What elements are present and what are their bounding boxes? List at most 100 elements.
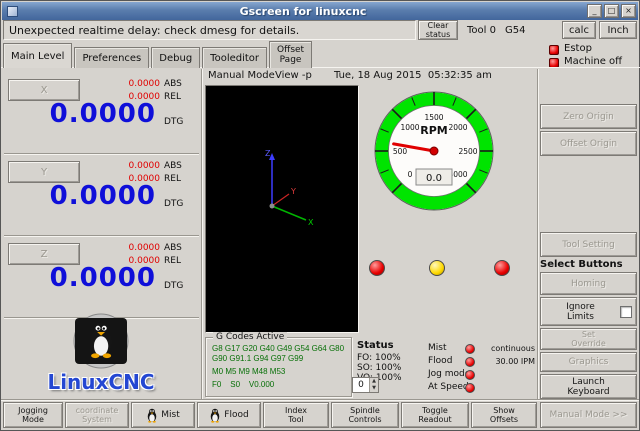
axis-y-block: Y 0.0000 ABS 0.0000 REL 0.0000 DTG bbox=[3, 157, 200, 235]
gcodes-frame-title: G Codes Active bbox=[213, 332, 287, 342]
axis-z-abs-label: ABS bbox=[164, 243, 182, 253]
svg-text:Z: Z bbox=[265, 149, 271, 158]
axis-z-abs-value: 0.0000 bbox=[129, 243, 161, 253]
gauge-tick: 0 bbox=[408, 170, 413, 179]
at-speed-led-icon bbox=[465, 383, 475, 393]
svg-text:Y: Y bbox=[290, 187, 296, 196]
launch-keyboard-button[interactable]: Launch Keyboard bbox=[540, 374, 637, 399]
gauge-tick: 1000 bbox=[400, 123, 419, 132]
gauge-value: 0.0 bbox=[426, 173, 442, 184]
spindle-override-value: SO: 100% bbox=[357, 363, 401, 373]
tab-debug[interactable]: Debug bbox=[151, 47, 200, 68]
tab-tooleditor[interactable]: Tooleditor bbox=[202, 47, 267, 68]
override-spinbox-value: 0 bbox=[353, 378, 369, 392]
fsv-line: F0 S0 V0.000 bbox=[212, 380, 274, 389]
gauge-tick: 2500 bbox=[458, 147, 477, 156]
flood-button-label: Flood bbox=[224, 411, 248, 420]
tab-offset-page[interactable]: Offset Page bbox=[269, 41, 312, 68]
select-buttons-label: Select Buttons bbox=[540, 259, 637, 270]
units-button[interactable]: Inch bbox=[599, 21, 637, 39]
mist-button-label: Mist bbox=[161, 411, 179, 420]
axis-y-abs-label: ABS bbox=[164, 161, 182, 171]
toggle-readout-button[interactable]: Toggle Readout bbox=[401, 402, 469, 428]
jog-mode-led-icon bbox=[465, 370, 475, 380]
window-icon bbox=[7, 6, 18, 17]
app-window: Gscreen for linuxcnc _ □ × Unexpected re… bbox=[0, 0, 640, 431]
jog-mode-indicator-label: Jog mode bbox=[428, 369, 470, 379]
gcode-line: G8 G17 G20 G40 G49 G54 G64 G80 bbox=[212, 344, 344, 353]
jog-type-value: continuous bbox=[479, 344, 535, 353]
minimize-button-icon[interactable]: _ bbox=[587, 4, 602, 18]
status-led-left-icon bbox=[369, 260, 385, 276]
ignore-limits-toggle[interactable]: Ignore Limits bbox=[540, 297, 637, 326]
mode-label: Manual Mode bbox=[208, 70, 275, 81]
ignore-limits-checkbox[interactable] bbox=[620, 306, 632, 318]
estop-led-icon bbox=[549, 45, 559, 55]
status-panel-title: Status bbox=[357, 340, 394, 351]
override-spinbox[interactable]: 0 ▲▼ bbox=[352, 377, 379, 393]
panel-divider bbox=[537, 69, 539, 399]
machine-off-toggle[interactable]: Machine off bbox=[564, 56, 622, 67]
gauge-tick: 1500 bbox=[424, 113, 443, 122]
maximize-button-icon[interactable]: □ bbox=[604, 4, 619, 18]
rpm-gauge: 0 500 1000 1500 2000 2500 3000 RPM 0.0 bbox=[364, 81, 504, 221]
graphics-button[interactable]: Graphics bbox=[540, 352, 637, 372]
jogging-mode-button[interactable]: Jogging Mode bbox=[3, 402, 63, 428]
work-offset-label: G54 bbox=[505, 25, 525, 36]
axis-separator bbox=[4, 153, 199, 155]
mcode-line: M0 M5 M9 M48 M53 bbox=[212, 367, 285, 376]
axis-y-button[interactable]: Y bbox=[8, 161, 80, 183]
show-offsets-button[interactable]: Show Offsets bbox=[471, 402, 537, 428]
toolbar-separator bbox=[1, 399, 639, 401]
mist-button[interactable]: Mist bbox=[131, 402, 195, 428]
ignore-limits-label: Ignore Limits bbox=[541, 302, 620, 322]
gcodes-frame: G Codes Active G8 G17 G20 G40 G49 G54 G6… bbox=[205, 337, 352, 397]
axis-y-rel-label: REL bbox=[164, 174, 181, 184]
realtime-status-message: Unexpected realtime delay: check dmesg f… bbox=[3, 20, 416, 40]
flood-led-icon bbox=[465, 357, 475, 367]
manual-mode-button[interactable]: Manual Mode >> bbox=[540, 402, 637, 428]
set-override-button[interactable]: Set Override bbox=[540, 328, 637, 350]
axis-x-abs-label: ABS bbox=[164, 79, 182, 89]
view-label: View -p bbox=[275, 70, 312, 81]
linuxcnc-logo-text: LinuxCNC bbox=[29, 370, 173, 394]
offset-origin-button[interactable]: Offset Origin bbox=[540, 131, 637, 156]
gauge-tick: 2000 bbox=[448, 123, 467, 132]
calc-button[interactable]: calc bbox=[562, 21, 596, 39]
zero-origin-button[interactable]: Zero Origin bbox=[540, 104, 637, 129]
axis-x-block: X 0.0000 ABS 0.0000 REL 0.0000 DTG bbox=[3, 75, 200, 153]
clear-status-button[interactable]: Clear status bbox=[418, 20, 458, 40]
flood-indicator-label: Flood bbox=[428, 356, 452, 366]
flood-button[interactable]: Flood bbox=[197, 402, 261, 428]
spin-down-icon[interactable]: ▼ bbox=[370, 385, 378, 392]
estop-toggle[interactable]: Estop bbox=[564, 43, 592, 54]
tab-main-level[interactable]: Main Level bbox=[3, 43, 72, 68]
axis-z-button[interactable]: Z bbox=[8, 243, 80, 265]
tool-number-label: Tool 0 bbox=[467, 25, 496, 36]
axis-x-dtg-label: DTG bbox=[164, 117, 183, 127]
gremlin-3d-view[interactable]: Z X Y bbox=[205, 85, 359, 333]
titlebar: Gscreen for linuxcnc _ □ × bbox=[2, 2, 638, 20]
index-tool-button[interactable]: Index Tool bbox=[263, 402, 329, 428]
spindle-controls-button[interactable]: Spindle Controls bbox=[331, 402, 399, 428]
window-title: Gscreen for linuxcnc bbox=[21, 5, 585, 18]
coordinate-system-button[interactable]: coordinate System bbox=[65, 402, 129, 428]
axis-z-dtg-label: DTG bbox=[164, 281, 183, 291]
axis-x-abs-value: 0.0000 bbox=[129, 79, 161, 89]
axis-x-button[interactable]: X bbox=[8, 79, 80, 101]
mist-led-icon bbox=[465, 344, 475, 354]
tool-setting-button[interactable]: Tool Setting bbox=[540, 232, 637, 257]
status-led-right-icon bbox=[494, 260, 510, 276]
linuxcnc-logo: LinuxCNC bbox=[29, 311, 173, 394]
axis-z-dtg-value: 0.0000 bbox=[3, 263, 156, 293]
axis-x-dtg-value: 0.0000 bbox=[3, 99, 156, 129]
tux-icon bbox=[209, 408, 221, 423]
spin-up-icon[interactable]: ▲ bbox=[370, 378, 378, 385]
axis-z-block: Z 0.0000 ABS 0.0000 REL 0.0000 DTG bbox=[3, 239, 200, 317]
datetime-label: Tue, 18 Aug 2015 05:32:35 am bbox=[334, 70, 492, 81]
homing-button[interactable]: Homing bbox=[540, 272, 637, 295]
close-button-icon[interactable]: × bbox=[621, 4, 636, 18]
svg-text:X: X bbox=[308, 218, 314, 227]
tab-preferences[interactable]: Preferences bbox=[74, 47, 149, 68]
axis-z-rel-label: REL bbox=[164, 256, 181, 266]
